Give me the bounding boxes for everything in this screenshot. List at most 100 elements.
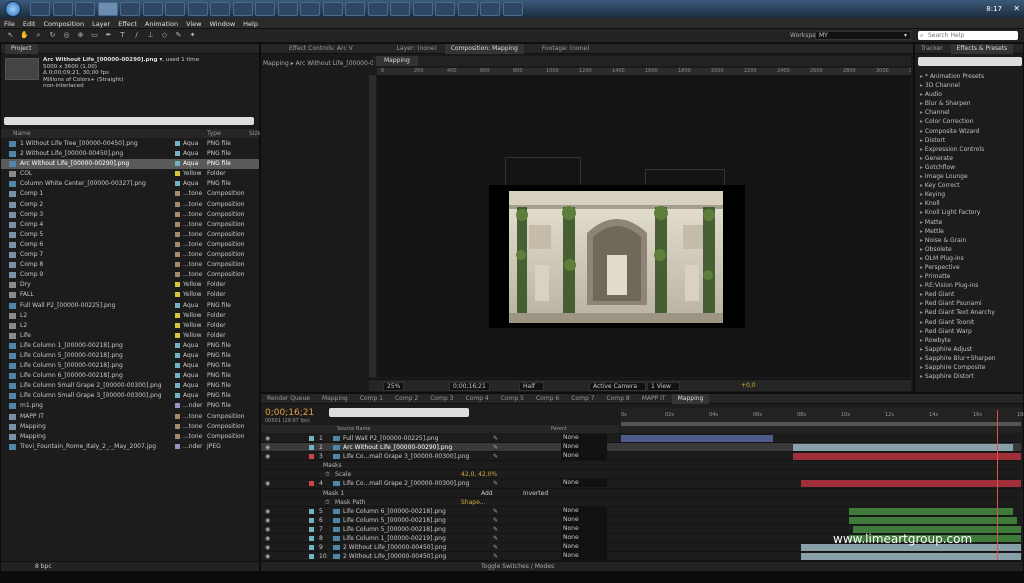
- workspace-select[interactable]: MY ▾: [815, 31, 911, 40]
- layer-row[interactable]: ◉ 1 Full Wall P2_[00000-00225].png ✎ None: [261, 434, 1021, 444]
- timeline-tab[interactable]: Mapping: [671, 394, 710, 404]
- layer-duration-bar[interactable]: [849, 516, 1017, 524]
- layer-label-swatch[interactable]: [309, 454, 314, 460]
- taskbar-app-button[interactable]: [30, 2, 50, 16]
- effects-category[interactable]: ▸ Expression Controls: [915, 145, 1023, 154]
- layer-row[interactable]: ◉ 4 Life Co...mall Grape 2_[00000-00300].p…: [261, 479, 1021, 489]
- parent-select[interactable]: None: [561, 452, 607, 461]
- visibility-eye-icon[interactable]: ◉: [265, 525, 270, 534]
- timeline-tab[interactable]: Mapping: [316, 394, 354, 404]
- parent-select[interactable]: None: [561, 434, 607, 442]
- bpc-label[interactable]: 8 bpc: [35, 563, 52, 570]
- pickwhip-icon[interactable]: ✎: [493, 534, 498, 543]
- taskbar-app-button[interactable]: [457, 2, 478, 16]
- clone-tool-icon[interactable]: ⊥: [146, 31, 155, 40]
- effects-category[interactable]: ▸ Gotchflow: [915, 163, 1023, 172]
- project-item[interactable]: L2 Yellow Folder: [1, 321, 259, 331]
- timeline-tab[interactable]: MAPP IT: [636, 394, 672, 404]
- project-item[interactable]: Comp 6 ...tone Composition: [1, 240, 259, 250]
- visibility-eye-icon[interactable]: ◉: [265, 543, 270, 552]
- effects-category[interactable]: ▸ Perspective: [915, 263, 1023, 272]
- effects-category[interactable]: ▸ Red Giant Warp: [915, 327, 1023, 336]
- project-item[interactable]: L2 Yellow Folder: [1, 311, 259, 321]
- effects-category[interactable]: ▸ 3D Channel: [915, 81, 1023, 90]
- effects-category[interactable]: ▸ Blur & Sharpen: [915, 99, 1023, 108]
- project-search-input[interactable]: [4, 117, 254, 125]
- playhead[interactable]: [997, 410, 998, 560]
- eraser-tool-icon[interactable]: ◇: [160, 31, 169, 40]
- layer-property-row[interactable]: Masks: [261, 461, 1021, 471]
- visibility-eye-icon[interactable]: ◉: [265, 507, 270, 516]
- taskbar-app-button[interactable]: [255, 2, 275, 16]
- pickwhip-icon[interactable]: ✎: [493, 516, 498, 525]
- effects-category[interactable]: ▸ Sapphire Adjust: [915, 345, 1023, 354]
- layer-duration-bar[interactable]: [793, 453, 1021, 461]
- layer-duration-bar[interactable]: [621, 435, 773, 442]
- stopwatch-icon[interactable]: ⏱: [325, 498, 330, 507]
- effects-category[interactable]: ▸ OLM Plug-ins: [915, 254, 1023, 263]
- timeline-search-input[interactable]: [329, 408, 469, 417]
- taskbar-app-button[interactable]: [502, 2, 523, 16]
- effects-category[interactable]: ▸ RE:Vision Plug-ins: [915, 281, 1023, 290]
- taskbar-app-button[interactable]: [210, 2, 230, 16]
- visibility-eye-icon[interactable]: ◉: [265, 516, 270, 525]
- exposure-value[interactable]: +0,0: [741, 382, 756, 389]
- project-item[interactable]: Comp 9 ...tone Composition: [1, 270, 259, 280]
- property-value[interactable]: Shape...: [461, 498, 486, 507]
- layer-label-swatch[interactable]: [309, 517, 314, 523]
- layer-label-swatch[interactable]: [309, 526, 314, 532]
- selection-tool-icon[interactable]: ↖: [6, 31, 15, 40]
- tab-footage[interactable]: Footage: (none): [536, 44, 596, 54]
- camera-tool-icon[interactable]: ◎: [62, 31, 71, 40]
- taskbar-app-button[interactable]: [390, 2, 410, 16]
- work-area-bar[interactable]: [621, 422, 1021, 426]
- taskbar-app-button[interactable]: [187, 2, 208, 16]
- project-item[interactable]: FALL Yellow Folder: [1, 290, 259, 300]
- effects-category[interactable]: ▸ Knoll: [915, 199, 1023, 208]
- timeline-tab[interactable]: Comp 7: [565, 394, 600, 404]
- project-item[interactable]: 1 Without Life Tree_[00000-00450].png Aqu…: [1, 139, 259, 149]
- effects-category[interactable]: ▸ Obsolete: [915, 245, 1023, 254]
- timeline-tab[interactable]: Comp 1: [354, 394, 389, 404]
- effects-category[interactable]: ▸ Red Giant Text Anarchy: [915, 308, 1023, 317]
- pickwhip-icon[interactable]: ✎: [493, 543, 498, 552]
- taskbar-app-button[interactable]: [120, 2, 140, 16]
- taskbar-app-button[interactable]: [232, 2, 253, 16]
- time-ruler[interactable]: 0s 02s 04s 06s 08s 10s 12s 14s 16s 18s: [621, 408, 1024, 433]
- effects-category[interactable]: ▸ Sapphire Blur+Sharpen: [915, 354, 1023, 363]
- tab-tracker[interactable]: Tracker: [915, 44, 949, 54]
- timeline-tab[interactable]: Comp 4: [459, 394, 494, 404]
- stopwatch-icon[interactable]: ⏱: [325, 470, 330, 479]
- effects-category[interactable]: ▸ Composite Wizard: [915, 127, 1023, 136]
- effects-category[interactable]: ▸ Mettle: [915, 227, 1023, 236]
- effects-category[interactable]: ▸ Channel: [915, 108, 1023, 117]
- project-item[interactable]: Life Column 5_[00000-00218].png Aqua PNG f…: [1, 361, 259, 371]
- project-item[interactable]: m1.png ...nder PNG file: [1, 401, 259, 411]
- layer-row[interactable]: ◉ 5 Life Column 6_[00000-00218].png ✎ None: [261, 506, 1021, 516]
- taskbar-close-icon[interactable]: ✕: [1013, 4, 1020, 13]
- effects-category[interactable]: ▸ Keying: [915, 190, 1023, 199]
- timeline-tab[interactable]: Comp 6: [530, 394, 565, 404]
- effects-category[interactable]: ▸ Knoll Light Factory: [915, 208, 1023, 217]
- camera-select[interactable]: Active Camera: [589, 382, 647, 391]
- composition-canvas[interactable]: [489, 185, 745, 328]
- project-item[interactable]: Comp 2 ...tone Composition: [1, 200, 259, 210]
- project-item[interactable]: Life Column Small Grape 2_[00000-00300].…: [1, 381, 259, 391]
- resolution-select[interactable]: Half: [519, 382, 544, 391]
- col-type[interactable]: Type: [207, 129, 221, 138]
- timeline-tab[interactable]: Comp 8: [600, 394, 635, 404]
- property-value[interactable]: 42,0, 42,0%: [461, 470, 497, 479]
- pickwhip-icon[interactable]: ✎: [493, 525, 498, 534]
- layer-row[interactable]: ◉ 10 2 Without Life_[00000-00450].png ✎ None: [261, 552, 1021, 562]
- project-item[interactable]: Life Yellow Folder: [1, 331, 259, 341]
- effects-category[interactable]: ▸ Primatte: [915, 272, 1023, 281]
- pen-tool-icon[interactable]: ✒: [104, 31, 113, 40]
- layer-duration-bar[interactable]: [849, 507, 1013, 515]
- parent-select[interactable]: None: [561, 552, 607, 561]
- project-item[interactable]: Comp 3 ...tone Composition: [1, 210, 259, 220]
- effects-category[interactable]: ▸ Matte: [915, 218, 1023, 227]
- taskbar-app-button[interactable]: [367, 2, 388, 16]
- parent-select[interactable]: None: [561, 534, 607, 543]
- pickwhip-icon[interactable]: ✎: [493, 443, 498, 452]
- visibility-eye-icon[interactable]: ◉: [265, 452, 270, 461]
